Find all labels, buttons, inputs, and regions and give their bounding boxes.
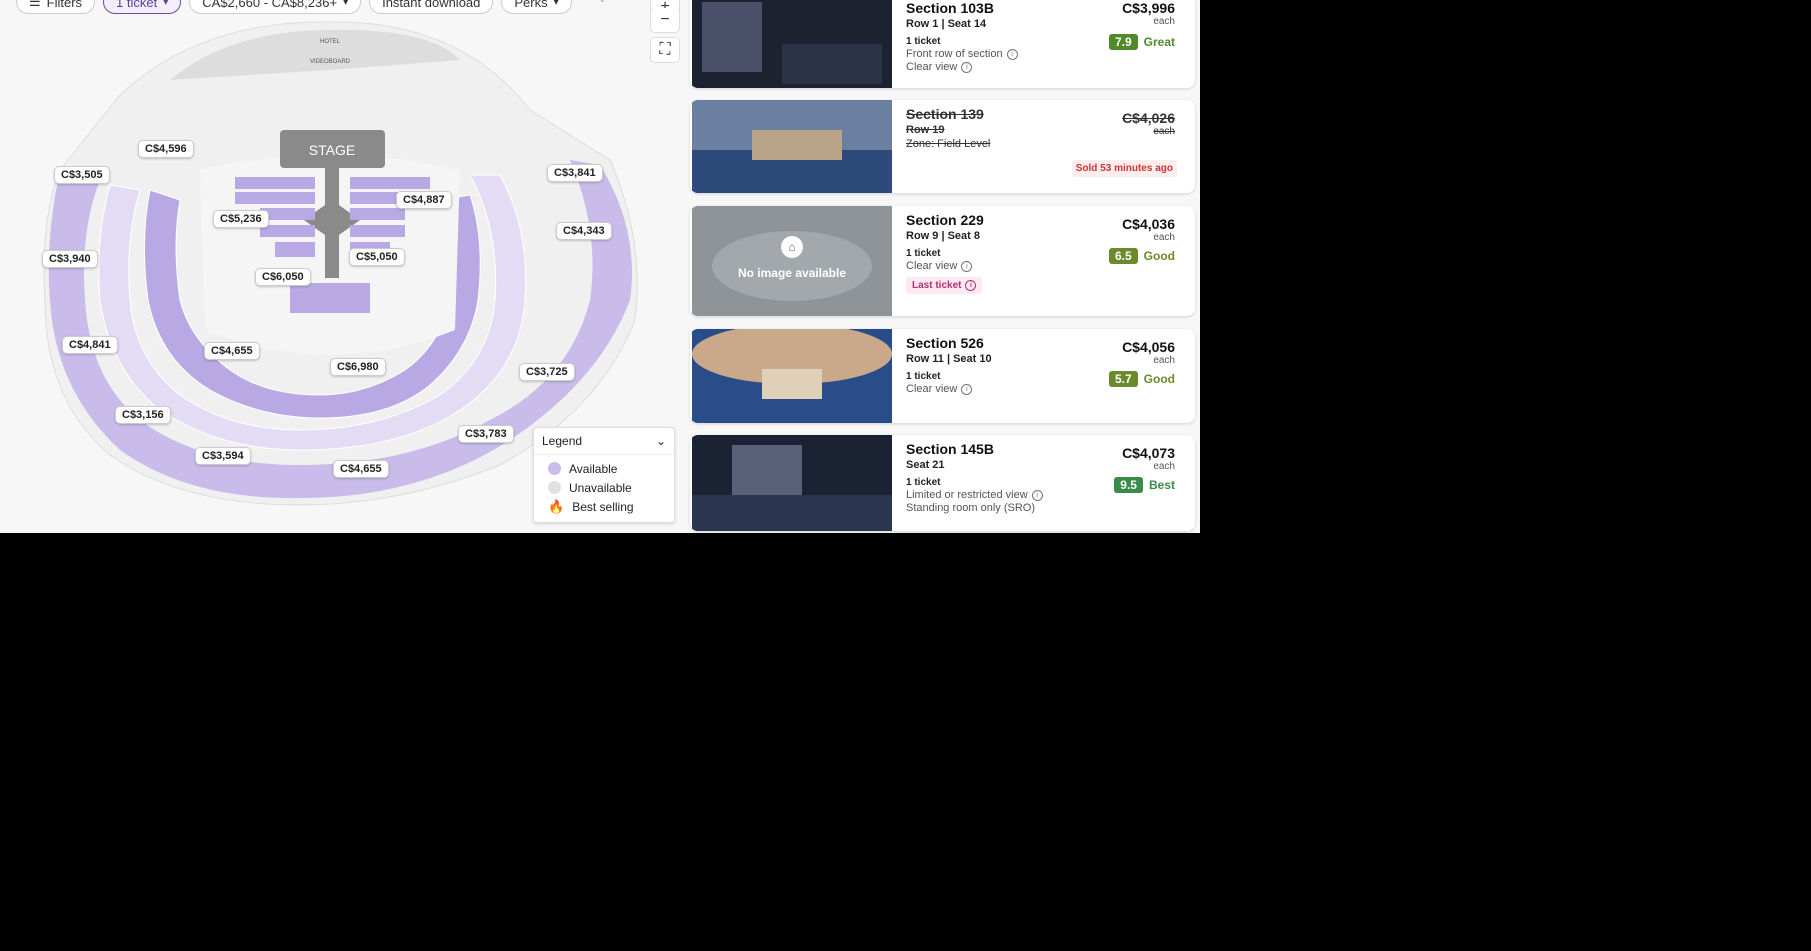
last-ticket-badge: Last ticket i	[906, 277, 983, 294]
badge-text: Last ticket	[912, 280, 962, 291]
hotel-label: HOTEL	[320, 39, 341, 45]
rating-label: Good	[1143, 372, 1175, 386]
price-pin[interactable]: C$3,940	[42, 250, 98, 268]
section-view-image	[692, 329, 892, 423]
no-image-text: No image available	[737, 266, 847, 280]
price-unit: each	[1153, 355, 1175, 366]
deal-score: 5.7 Good	[1108, 371, 1175, 387]
price-block: C$4,056 each	[1122, 339, 1175, 366]
price-pin[interactable]: C$5,050	[349, 248, 405, 266]
sold-badge: Sold 53 minutes ago	[1071, 160, 1177, 177]
legend-item-unavailable: Unavailable	[534, 478, 674, 497]
info-icon[interactable]: i	[961, 260, 973, 272]
price: C$4,056	[1122, 339, 1175, 355]
price-pin[interactable]: C$3,783	[458, 425, 514, 443]
listing-card[interactable]: Section 145B Seat 21 1 ticket Limited or…	[690, 435, 1195, 531]
price-pin[interactable]: C$4,343	[556, 222, 612, 240]
note-text: Front row of section	[906, 48, 1003, 60]
listing-card[interactable]: ⌂ No image available Section 229 Row 9 |…	[690, 206, 1195, 316]
section-view-image	[692, 435, 892, 531]
info-icon[interactable]: i	[961, 61, 973, 73]
ticket-app: ☰ Filters 1 ticket ▾ CA$2,660 - CA$8,236…	[0, 0, 1200, 533]
note-text: Clear view	[906, 61, 958, 73]
price-pin[interactable]: C$4,655	[333, 460, 389, 478]
section-view-image	[692, 0, 892, 88]
legend-item-best-selling: 🔥 Best selling	[534, 497, 674, 516]
price-pin[interactable]: C$4,655	[204, 342, 260, 360]
unavailable-swatch	[548, 481, 561, 494]
deal-score: 9.5 Best	[1114, 477, 1175, 493]
recenter-button[interactable]: ⛶	[650, 37, 680, 63]
price-block: C$3,996 each	[1122, 0, 1175, 27]
score-badge: 9.5	[1114, 477, 1143, 493]
zone: Zone: Field Level	[906, 138, 991, 150]
listing-card[interactable]: Section 103B Row 1 | Seat 14 1 ticket Fr…	[690, 0, 1195, 88]
no-image-overlay: ⌂ No image available	[692, 236, 892, 280]
price-pin[interactable]: C$3,156	[115, 406, 171, 424]
focus-icon: ⛶	[659, 41, 671, 58]
map-legend: Legend ⌄ Available Unavailable 🔥 Best se…	[533, 427, 675, 523]
stage-label: STAGE	[309, 142, 355, 158]
listing-card-sold[interactable]: Section 139 Row 19 Zone: Field Level C$4…	[690, 100, 1195, 193]
price-block: C$4,026 each	[1122, 110, 1175, 137]
rating-label: Good	[1143, 249, 1175, 263]
price: C$3,996	[1122, 0, 1175, 16]
price: C$4,026	[1122, 110, 1175, 126]
info-icon[interactable]: i	[1006, 48, 1018, 60]
flame-icon: 🔥	[548, 498, 565, 514]
price-unit: each	[1153, 16, 1175, 27]
zoom-out-button[interactable]: −	[650, 8, 680, 33]
price-pin[interactable]: C$4,596	[138, 140, 194, 158]
price-unit: each	[1153, 232, 1175, 243]
info-icon[interactable]: i	[965, 280, 977, 291]
price-pin[interactable]: C$6,050	[255, 268, 311, 286]
price: C$4,073	[1122, 445, 1175, 461]
price-pin[interactable]: C$3,594	[195, 447, 251, 465]
price-unit: each	[1153, 126, 1175, 137]
price-block: C$4,036 each	[1122, 216, 1175, 243]
rating-label: Great	[1143, 35, 1175, 49]
price-pin[interactable]: C$5,236	[213, 210, 269, 228]
legend-label: Available	[569, 461, 618, 476]
legend-label: Best selling	[572, 499, 634, 514]
price-block: C$4,073 each	[1122, 445, 1175, 472]
price-pin[interactable]: C$3,505	[54, 166, 110, 184]
deal-score: 7.9 Great	[1108, 34, 1175, 50]
score-badge: 7.9	[1108, 34, 1138, 50]
score-badge: 5.7	[1108, 371, 1138, 387]
note-text: Clear view	[906, 383, 958, 395]
minus-icon: −	[660, 11, 670, 28]
score-badge: 6.5	[1108, 248, 1138, 264]
info-icon[interactable]: i	[1031, 489, 1043, 501]
listing-note: Clear view i	[906, 61, 1185, 73]
section-view-image	[692, 100, 892, 193]
chevron-down-icon: ⌄	[655, 434, 666, 448]
available-swatch	[548, 462, 561, 475]
price-pin[interactable]: C$6,980	[330, 358, 386, 376]
price-pin[interactable]: C$4,887	[396, 191, 452, 209]
listing-card[interactable]: Section 526 Row 11 | Seat 10 1 ticket Cl…	[690, 329, 1195, 423]
price-pin[interactable]: C$4,841	[62, 336, 118, 354]
info-icon[interactable]: i	[961, 383, 973, 395]
videoboard-label: VIDEOBOARD	[310, 59, 351, 65]
note-text: Clear view	[906, 260, 958, 272]
legend-label: Unavailable	[569, 480, 632, 495]
rating-label: Best	[1148, 478, 1175, 492]
price: C$4,036	[1122, 216, 1175, 232]
price-pin[interactable]: C$3,725	[519, 363, 575, 381]
note-text: Limited or restricted view	[906, 489, 1028, 501]
seat-icon: ⌂	[781, 236, 803, 258]
note-text: Standing room only (SRO)	[906, 502, 1035, 514]
listing-note: Standing room only (SRO)	[906, 502, 1185, 514]
deal-score: 6.5 Good	[1108, 248, 1175, 264]
legend-header[interactable]: Legend ⌄	[534, 428, 674, 455]
legend-item-available: Available	[534, 459, 674, 478]
legend-title: Legend	[542, 434, 583, 448]
price-unit: each	[1153, 461, 1175, 472]
price-pin[interactable]: C$3,841	[547, 164, 603, 182]
